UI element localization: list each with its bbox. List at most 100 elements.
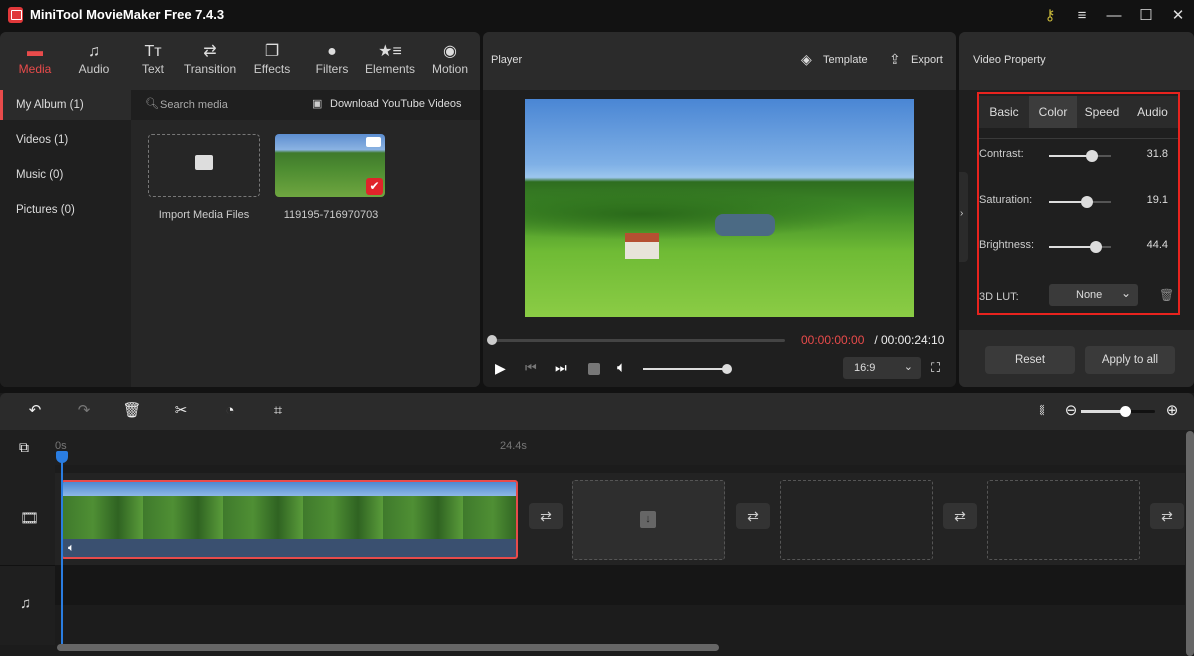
contrast-slider-row: Contrast: 31.8 (979, 146, 1178, 166)
video-clip[interactable]: 🔈︎ (61, 480, 518, 559)
template-button[interactable]: Template (823, 54, 868, 66)
saturation-value: 19.1 (1146, 194, 1168, 206)
playback-progress-track[interactable] (487, 335, 785, 345)
key-icon[interactable]: ⚷ (1037, 4, 1063, 26)
export-button[interactable]: Export (911, 54, 943, 66)
player-title: Player (491, 54, 523, 66)
contrast-slider[interactable] (1049, 150, 1111, 162)
redo-icon[interactable]: ↷ (73, 401, 95, 421)
zoom-out-icon[interactable]: ⊖ (1060, 401, 1082, 421)
apply-to-all-button[interactable]: Apply to all (1085, 346, 1175, 374)
media-toolbar: ▬ Media ♫ Audio Tт Text ⇄ Transition ❐ Effect… (0, 32, 480, 90)
album-item-pictures[interactable]: Pictures (0) (0, 195, 131, 225)
album-item-videos[interactable]: Videos (1) (0, 125, 131, 155)
layers-icon: ◈ (801, 51, 812, 67)
empty-slot[interactable] (987, 480, 1140, 560)
video-camera-icon (366, 137, 381, 147)
playhead-handle[interactable] (56, 451, 68, 463)
aspect-ratio-select[interactable]: 16:9 ⌄ (843, 357, 921, 379)
tab-basic[interactable]: Basic (979, 96, 1029, 128)
speed-gauge-icon[interactable]: ◔ (219, 401, 241, 421)
contrast-knob[interactable] (1086, 150, 1099, 162)
undo-icon[interactable]: ↶ (24, 401, 46, 421)
app-title: MiniTool MovieMaker Free 7.4.3 (30, 7, 225, 22)
lut-select[interactable]: None ⌄ (1049, 284, 1138, 306)
album-item-my-album[interactable]: My Album (1) (0, 90, 131, 120)
brightness-label: Brightness: (979, 239, 1035, 251)
zoom-in-icon[interactable]: ⊕ (1161, 401, 1183, 421)
brightness-knob[interactable] (1089, 241, 1102, 253)
tab-filters[interactable]: ● Filters (302, 42, 362, 76)
divider (0, 565, 55, 566)
playhead[interactable] (61, 453, 63, 648)
fit-timeline-icon[interactable]: ⧛ (1031, 401, 1053, 421)
vertical-scrollbar[interactable] (1186, 431, 1194, 656)
time-separator: / (871, 333, 882, 347)
brightness-slider[interactable] (1049, 241, 1111, 253)
fullscreen-icon[interactable]: ⛶ (931, 360, 940, 376)
collapse-handle[interactable]: › (959, 172, 968, 262)
crop-icon[interactable]: ⌗ (267, 401, 289, 421)
download-icon: ▣ (312, 98, 323, 110)
lut-label: 3D LUT: (979, 291, 1019, 303)
transition-slot-button[interactable]: ⇄ (943, 503, 977, 529)
video-preview[interactable] (525, 99, 914, 317)
reset-button[interactable]: Reset (985, 346, 1075, 374)
playback-progress-knob[interactable] (487, 335, 497, 345)
search-input[interactable]: Search media (160, 99, 228, 111)
tab-effects[interactable]: ❐ Effects (242, 42, 302, 76)
tab-text[interactable]: Tт Text (123, 42, 183, 76)
filters-icon: ● (327, 43, 337, 60)
add-track-icon[interactable]: ⧉ (19, 439, 29, 456)
tab-media[interactable]: ▬ Media (5, 42, 65, 76)
tab-color[interactable]: Color (1029, 96, 1077, 128)
horizontal-scrollbar[interactable] (57, 644, 719, 651)
menu-icon[interactable]: ≡ (1069, 4, 1095, 26)
empty-slot[interactable] (780, 480, 933, 560)
timeline-zoom-knob[interactable] (1120, 406, 1132, 417)
minimize-icon[interactable]: — (1101, 4, 1127, 26)
import-media-button[interactable] (148, 134, 260, 197)
saturation-knob[interactable] (1081, 196, 1094, 208)
timeline-zoom-slider[interactable] (1081, 406, 1155, 417)
property-footer: Reset Apply to all (959, 330, 1194, 387)
property-title: Video Property (973, 54, 1046, 66)
maximize-icon[interactable]: ☐ (1133, 4, 1159, 26)
trash-icon[interactable]: 🗑︎ (121, 401, 143, 421)
tab-speed[interactable]: Speed (1077, 96, 1127, 128)
drop-slot[interactable]: ↓ (572, 480, 725, 560)
tab-audio[interactable]: Audio (1127, 96, 1178, 128)
close-icon[interactable]: ✕ (1165, 4, 1191, 26)
volume-icon[interactable]: 🔈︎ (68, 542, 75, 555)
transition-slot-button[interactable]: ⇄ (736, 503, 770, 529)
media-thumbnail[interactable]: ✔ (275, 134, 385, 197)
download-youtube-button[interactable]: Download YouTube Videos (330, 98, 462, 110)
media-area: 🔍︎ Search media ▣ Download YouTube Video… (131, 90, 480, 387)
clip-name: 119195-716970703 (283, 209, 379, 221)
tab-motion[interactable]: ◉ Motion (420, 42, 480, 76)
transition-slot-button[interactable]: ⇄ (529, 503, 563, 529)
checkmark-icon: ✔ (366, 178, 383, 195)
chevron-right-icon: › (960, 208, 964, 219)
previous-frame-icon[interactable]: ⏮︎ (525, 360, 537, 376)
player-panel: Player ◈ Template ⇪ Export 00:00:00:00 /… (483, 32, 956, 387)
timeline-ruler: ⧉ 0s 24.4s (0, 430, 1194, 465)
track-labels: 🎞︎ ♫ (0, 465, 55, 645)
total-time: 00:00:24:10 (881, 333, 945, 347)
transition-slot-button[interactable]: ⇄ (1150, 503, 1184, 529)
tab-audio[interactable]: ♫ Audio (64, 42, 124, 76)
current-time: 00:00:00:00 (801, 333, 865, 347)
scissors-icon[interactable]: ✂ (170, 401, 192, 421)
stop-icon[interactable] (588, 363, 600, 375)
tab-elements[interactable]: ★≡ Elements (360, 42, 420, 76)
volume-icon[interactable]: 🔈︎ (617, 359, 626, 376)
volume-knob[interactable] (722, 364, 732, 374)
next-frame-icon[interactable]: ⏭︎ (555, 360, 567, 376)
album-item-music[interactable]: Music (0) (0, 160, 131, 190)
drop-here-icon: ↓ (640, 511, 656, 528)
saturation-slider[interactable] (1049, 196, 1111, 208)
tab-transition[interactable]: ⇄ Transition (180, 42, 240, 76)
play-icon[interactable]: ▶ (495, 360, 506, 377)
trash-icon[interactable]: 🗑︎ (1159, 288, 1174, 302)
volume-slider[interactable] (643, 364, 732, 374)
